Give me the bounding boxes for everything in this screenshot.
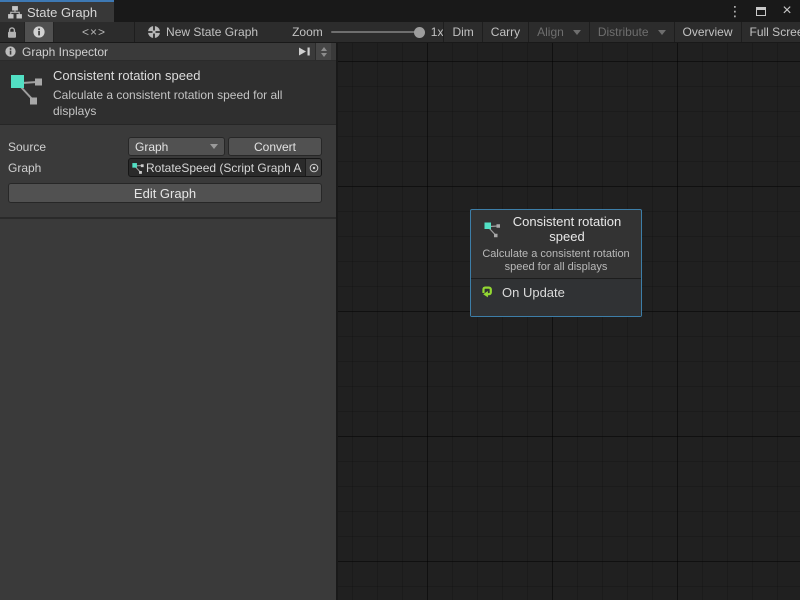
distribute-button[interactable]: Distribute bbox=[590, 22, 674, 42]
zoom-slider-handle[interactable] bbox=[414, 27, 425, 38]
dim-button[interactable]: Dim bbox=[444, 22, 481, 42]
window-close-icon[interactable]: × bbox=[780, 3, 794, 19]
state-graph-window: State Graph ⋮ × bbox=[0, 0, 800, 600]
window-maximize-icon[interactable] bbox=[754, 3, 768, 19]
convert-button[interactable]: Convert bbox=[228, 137, 322, 156]
graph-object-value: RotateSpeed (Script Graph A bbox=[146, 161, 305, 175]
carry-button[interactable]: Carry bbox=[483, 22, 528, 42]
source-dropdown[interactable]: Graph bbox=[128, 137, 225, 156]
new-state-graph-label: New State Graph bbox=[166, 25, 258, 39]
code-view-button[interactable]: <×> bbox=[74, 22, 114, 42]
chevron-down-icon bbox=[573, 30, 581, 35]
full-screen-button[interactable]: Full Screen bbox=[742, 22, 800, 42]
chevron-down-icon bbox=[658, 30, 666, 35]
state-node-description: Calculate a consistent rotation speed fo… bbox=[477, 248, 635, 276]
state-node-title: Consistent rotation speed bbox=[506, 215, 628, 245]
main-area: Graph Inspector bbox=[0, 43, 800, 600]
on-update-loop-icon bbox=[479, 284, 495, 300]
source-row: Source Graph Convert bbox=[0, 137, 336, 156]
chevron-down-icon bbox=[210, 144, 218, 149]
state-node-header: Consistent rotation speed Calculate a co… bbox=[471, 210, 641, 278]
align-label: Align bbox=[537, 25, 564, 39]
window-menu-icon[interactable]: ⋮ bbox=[728, 3, 742, 19]
object-picker-button[interactable] bbox=[305, 159, 321, 176]
graph-row: Graph RotateSpeed (Script Graph A bbox=[0, 158, 336, 177]
inspector-toggle-button[interactable] bbox=[24, 22, 54, 42]
script-graph-icon bbox=[10, 72, 44, 124]
zoom-value: 1x bbox=[431, 25, 444, 39]
edit-graph-button[interactable]: Edit Graph bbox=[8, 183, 322, 203]
lock-button[interactable] bbox=[0, 22, 24, 42]
dock-panel-icon[interactable] bbox=[298, 46, 311, 57]
graph-info-box: Consistent rotation speed Calculate a co… bbox=[0, 61, 336, 125]
overview-button[interactable]: Overview bbox=[675, 22, 741, 42]
script-graph-icon bbox=[484, 221, 501, 238]
info-icon bbox=[33, 26, 45, 38]
state-node[interactable]: Consistent rotation speed Calculate a co… bbox=[470, 209, 642, 317]
graph-field-label: Graph bbox=[8, 161, 41, 175]
align-button[interactable]: Align bbox=[529, 22, 589, 42]
tab-label: State Graph bbox=[27, 5, 97, 20]
distribute-label: Distribute bbox=[598, 25, 649, 39]
graph-title: Consistent rotation speed bbox=[53, 68, 328, 83]
state-graph-icon bbox=[8, 6, 22, 19]
graph-inspector-panel: Graph Inspector bbox=[0, 43, 337, 600]
new-graph-icon bbox=[147, 25, 161, 39]
inspector-title: Graph Inspector bbox=[22, 45, 108, 59]
toolbar-separator bbox=[134, 22, 135, 42]
panel-spinner[interactable] bbox=[315, 43, 331, 60]
window-controls: ⋮ × bbox=[728, 0, 794, 22]
lock-icon bbox=[6, 26, 18, 39]
zoom-label: Zoom bbox=[292, 25, 323, 39]
source-dropdown-value: Graph bbox=[135, 140, 168, 154]
spinner-up-icon bbox=[321, 47, 327, 51]
object-picker-icon bbox=[309, 163, 319, 173]
new-state-graph-button[interactable]: New State Graph bbox=[139, 22, 266, 42]
state-node-body: On Update bbox=[471, 278, 641, 316]
source-label: Source bbox=[8, 140, 46, 154]
event-row[interactable]: On Update bbox=[479, 284, 633, 300]
title-bar: State Graph ⋮ × bbox=[0, 0, 800, 22]
graph-object-field[interactable]: RotateSpeed (Script Graph A bbox=[128, 158, 322, 177]
info-icon bbox=[5, 46, 16, 57]
graph-description: Calculate a consistent rotation speed fo… bbox=[53, 87, 317, 119]
graph-toolbar: <×> New State Graph Zoom 1x Dim Carry bbox=[0, 22, 800, 43]
spinner-down-icon bbox=[321, 53, 327, 57]
panel-divider bbox=[0, 217, 336, 219]
tab-state-graph[interactable]: State Graph bbox=[0, 0, 114, 22]
inspector-header: Graph Inspector bbox=[0, 43, 336, 61]
event-label: On Update bbox=[502, 285, 565, 300]
zoom-control: Zoom 1x bbox=[292, 25, 443, 39]
zoom-slider[interactable] bbox=[331, 31, 423, 33]
script-graph-icon bbox=[132, 162, 144, 174]
graph-canvas[interactable]: Consistent rotation speed Calculate a co… bbox=[338, 43, 800, 600]
